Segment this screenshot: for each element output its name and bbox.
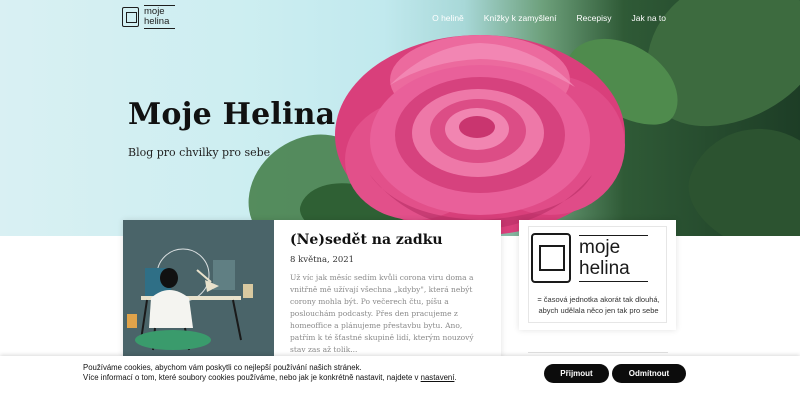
post-excerpt: Už víc jak měsíc sedím kvůli corona viru… — [290, 273, 474, 354]
decline-cookies-button[interactable]: Odmítnout — [612, 364, 686, 383]
main-menu: O helině Knížky k zamyšlení Recepisy Jak… — [432, 13, 666, 23]
post-card[interactable]: (Ne)sedět na zadku 8 května, 2021 Už víc… — [123, 220, 501, 360]
notebook-icon — [122, 7, 139, 27]
person-at-desk-illustration — [123, 220, 274, 360]
page-title: Moje Helina — [128, 97, 336, 132]
sidebar-logo-line-2: helina — [579, 257, 630, 279]
top-nav: moje helina O helině Knížky k zamyšlení … — [0, 0, 800, 34]
cookie-banner: Používáme cookies, abychom vám poskytli … — [0, 356, 800, 400]
page-subtitle: Blog pro chvilky pro sebe — [128, 146, 271, 159]
sidebar-logo-text: moje helina — [579, 234, 648, 282]
post-body: (Ne)sedět na zadku 8 května, 2021 Už víc… — [274, 220, 501, 360]
post-date: 8 května, 2021 — [290, 255, 355, 265]
cookie-line-2-end: . — [454, 373, 457, 382]
nav-item-knizky[interactable]: Knížky k zamyšlení — [484, 13, 557, 23]
post-title[interactable]: (Ne)sedět na zadku — [290, 232, 487, 248]
sidebar-about-card: moje helina = časová jednotka akorát tak… — [519, 220, 676, 330]
logo-line-2: helina — [144, 16, 170, 27]
site-logo[interactable]: moje helina — [122, 5, 176, 29]
cookie-line-2-text: Více informací o tom, které soubory cook… — [83, 373, 419, 382]
nav-item-jak-na-to[interactable]: Jak na to — [632, 13, 667, 23]
sidebar-logo: moje helina — [531, 233, 648, 283]
sidebar-description: = časová jednotka akorát tak dlouhá, aby… — [537, 295, 660, 315]
nav-item-o-heline[interactable]: O helině — [432, 13, 464, 23]
accept-cookies-button[interactable]: Přijmout — [544, 364, 609, 383]
sidebar-logo-line-1: moje — [579, 236, 621, 258]
post-illustration[interactable] — [123, 220, 274, 360]
sidebar-about-inner: moje helina = časová jednotka akorát tak… — [528, 226, 667, 323]
logo-text: moje helina — [144, 5, 176, 29]
hero-leaf — [674, 107, 800, 236]
rose-image — [335, 35, 625, 235]
cookie-settings-link[interactable]: nastavení — [421, 373, 455, 382]
hero-banner: Moje Helina Blog pro chvilky pro sebe — [0, 0, 800, 236]
cookie-line-2: Více informací o tom, které soubory cook… — [83, 373, 457, 383]
notebook-icon — [531, 233, 571, 283]
cookie-line-1: Používáme cookies, abychom vám poskytli … — [83, 363, 362, 372]
nav-item-recepisy[interactable]: Recepisy — [577, 13, 612, 23]
cookie-text: Používáme cookies, abychom vám poskytli … — [83, 363, 457, 383]
